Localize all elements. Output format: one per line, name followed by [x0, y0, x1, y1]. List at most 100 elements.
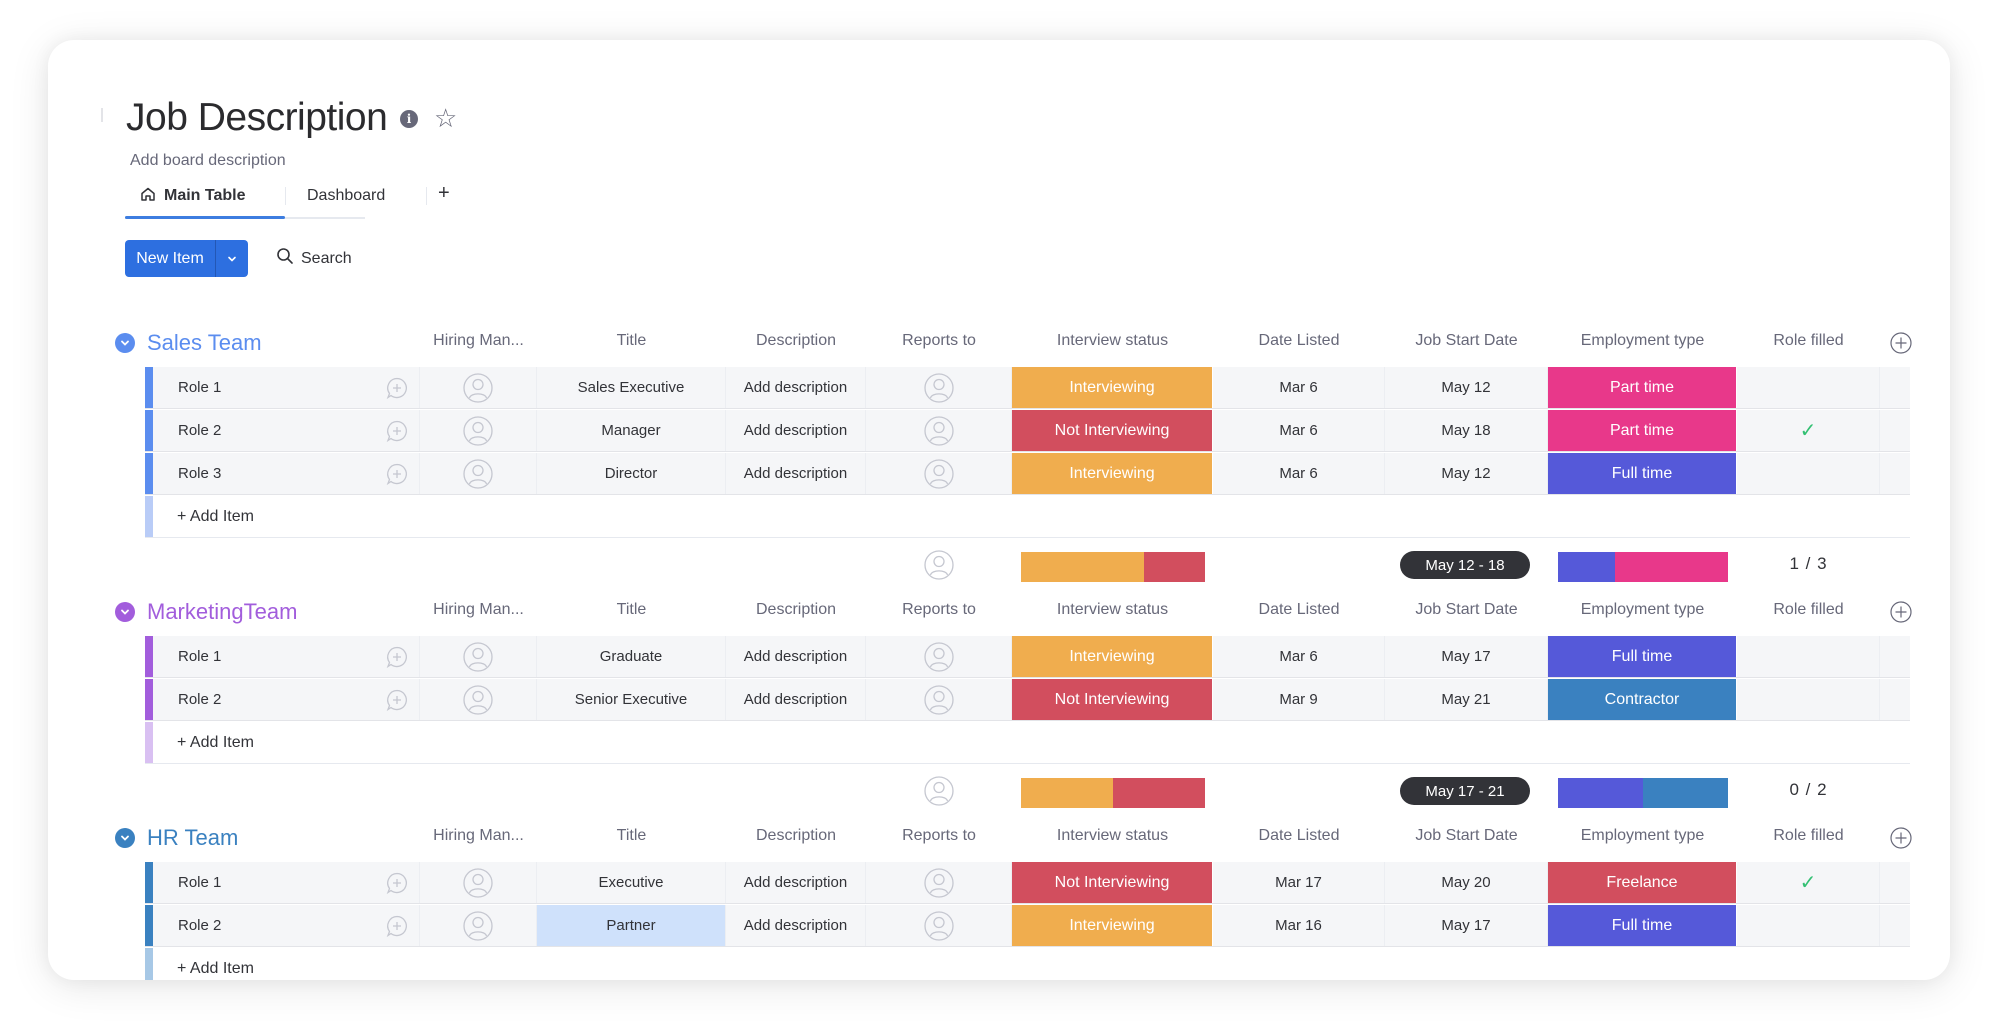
- reports-to-avatar[interactable]: [866, 679, 1012, 720]
- employment-type-label[interactable]: Full time: [1548, 636, 1737, 677]
- job-start-cell[interactable]: May 21: [1385, 679, 1548, 720]
- column-header[interactable]: Description: [726, 332, 866, 350]
- hiring-manager-avatar[interactable]: [420, 410, 537, 451]
- group-title[interactable]: MarketingTeam: [147, 599, 297, 625]
- status-summary-segment[interactable]: [1021, 552, 1144, 582]
- add-update-icon[interactable]: [375, 453, 420, 494]
- role-filled-checkbox[interactable]: [1737, 905, 1880, 946]
- item-name[interactable]: Role 3: [153, 453, 403, 494]
- tab-dashboard[interactable]: Dashboard: [307, 185, 385, 207]
- status-summary-segment[interactable]: [1143, 552, 1205, 582]
- title-cell[interactable]: Manager: [537, 410, 726, 451]
- item-name[interactable]: Role 1: [153, 636, 403, 677]
- column-header[interactable]: Job Start Date: [1385, 601, 1548, 619]
- description-cell[interactable]: Add description: [726, 367, 866, 408]
- column-header[interactable]: Hiring Man...: [420, 601, 537, 619]
- collapse-group-icon[interactable]: [115, 602, 135, 622]
- employment-summary-segment[interactable]: [1558, 778, 1643, 808]
- collapse-group-icon[interactable]: [115, 828, 135, 848]
- add-update-icon[interactable]: [375, 679, 420, 720]
- column-header[interactable]: Job Start Date: [1385, 827, 1548, 845]
- column-header[interactable]: Role filled: [1737, 827, 1880, 845]
- column-header[interactable]: Employment type: [1548, 827, 1737, 845]
- role-filled-checkbox[interactable]: [1737, 367, 1880, 408]
- title-cell[interactable]: Executive: [537, 862, 726, 903]
- employment-summary-segment[interactable]: [1643, 778, 1728, 808]
- status-summary-segment[interactable]: [1021, 778, 1113, 808]
- table-row[interactable]: Role 2 Senior Executive Add description Not…: [145, 679, 1910, 721]
- hiring-manager-avatar[interactable]: [420, 679, 537, 720]
- job-start-cell[interactable]: May 18: [1385, 410, 1548, 451]
- employment-type-label[interactable]: Full time: [1548, 453, 1737, 494]
- employment-type-label[interactable]: Full time: [1548, 905, 1737, 946]
- column-header[interactable]: Title: [537, 601, 726, 619]
- table-row[interactable]: Role 2 Manager Add description Not Intervie…: [145, 410, 1910, 452]
- description-cell[interactable]: Add description: [726, 905, 866, 946]
- column-header[interactable]: Reports to: [866, 332, 1012, 350]
- resize-handle[interactable]: [101, 108, 103, 122]
- column-header[interactable]: Date Listed: [1213, 827, 1385, 845]
- add-column-icon[interactable]: [1890, 332, 1912, 354]
- hiring-manager-avatar[interactable]: [420, 453, 537, 494]
- column-header[interactable]: Employment type: [1548, 332, 1737, 350]
- item-name[interactable]: Role 2: [153, 410, 403, 451]
- title-cell[interactable]: Sales Executive: [537, 367, 726, 408]
- page-title[interactable]: Job Description: [126, 96, 388, 140]
- item-name[interactable]: Role 2: [153, 679, 403, 720]
- interview-status-label[interactable]: Interviewing: [1012, 636, 1213, 677]
- group-title[interactable]: HR Team: [147, 825, 238, 851]
- reports-to-avatar[interactable]: [866, 905, 1012, 946]
- column-header[interactable]: Interview status: [1012, 827, 1213, 845]
- description-cell[interactable]: Add description: [726, 636, 866, 677]
- status-summary-segment[interactable]: [1113, 778, 1205, 808]
- title-cell[interactable]: Graduate: [537, 636, 726, 677]
- table-row[interactable]: Role 2 Partner Add description Interviewing…: [145, 905, 1910, 947]
- reports-to-avatar[interactable]: [866, 862, 1012, 903]
- table-row[interactable]: Role 1 Executive Add description Not Interv…: [145, 862, 1910, 904]
- hiring-manager-avatar[interactable]: [420, 636, 537, 677]
- employment-type-label[interactable]: Part time: [1548, 410, 1737, 451]
- new-item-button[interactable]: New Item: [125, 240, 248, 277]
- date-listed-cell[interactable]: Mar 6: [1213, 410, 1385, 451]
- job-start-cell[interactable]: May 17: [1385, 905, 1548, 946]
- reports-to-avatar[interactable]: [866, 410, 1012, 451]
- date-listed-cell[interactable]: Mar 6: [1213, 453, 1385, 494]
- add-item-input[interactable]: + Add Item: [177, 948, 254, 980]
- title-cell[interactable]: Director: [537, 453, 726, 494]
- column-header[interactable]: Description: [726, 827, 866, 845]
- reports-to-avatar[interactable]: [866, 636, 1012, 677]
- interview-status-label[interactable]: Not Interviewing: [1012, 679, 1213, 720]
- description-cell[interactable]: Add description: [726, 679, 866, 720]
- table-row[interactable]: Role 3 Director Add description Interviewin…: [145, 453, 1910, 495]
- item-name[interactable]: Role 1: [153, 862, 403, 903]
- description-cell[interactable]: Add description: [726, 862, 866, 903]
- column-header[interactable]: Title: [537, 332, 726, 350]
- tab-main-table[interactable]: Main Table: [140, 185, 246, 207]
- column-header[interactable]: Interview status: [1012, 332, 1213, 350]
- role-filled-checkbox[interactable]: [1737, 636, 1880, 677]
- reports-to-avatar[interactable]: [866, 453, 1012, 494]
- employment-summary-segment[interactable]: [1558, 552, 1615, 582]
- interview-status-label[interactable]: Interviewing: [1012, 367, 1213, 408]
- add-column-icon[interactable]: [1890, 601, 1912, 623]
- column-header[interactable]: Employment type: [1548, 601, 1737, 619]
- add-update-icon[interactable]: [375, 410, 420, 451]
- job-start-cell[interactable]: May 12: [1385, 453, 1548, 494]
- add-item-row[interactable]: + Add Item: [145, 948, 1910, 980]
- hiring-manager-avatar[interactable]: [420, 367, 537, 408]
- new-item-label[interactable]: New Item: [125, 240, 215, 277]
- column-header[interactable]: Reports to: [866, 827, 1012, 845]
- column-header[interactable]: Hiring Man...: [420, 827, 537, 845]
- role-filled-checkbox[interactable]: [1737, 679, 1880, 720]
- role-filled-checkbox[interactable]: [1737, 453, 1880, 494]
- role-filled-checkbox[interactable]: ✓: [1737, 862, 1880, 903]
- chevron-down-icon[interactable]: [215, 240, 248, 277]
- hiring-manager-avatar[interactable]: [420, 905, 537, 946]
- job-start-cell[interactable]: May 20: [1385, 862, 1548, 903]
- add-item-input[interactable]: + Add Item: [177, 496, 254, 537]
- interview-status-label[interactable]: Interviewing: [1012, 453, 1213, 494]
- title-cell[interactable]: Partner: [537, 905, 726, 946]
- add-item-row[interactable]: + Add Item: [145, 722, 1910, 764]
- add-view-button[interactable]: +: [438, 182, 450, 205]
- reports-to-avatar[interactable]: [866, 367, 1012, 408]
